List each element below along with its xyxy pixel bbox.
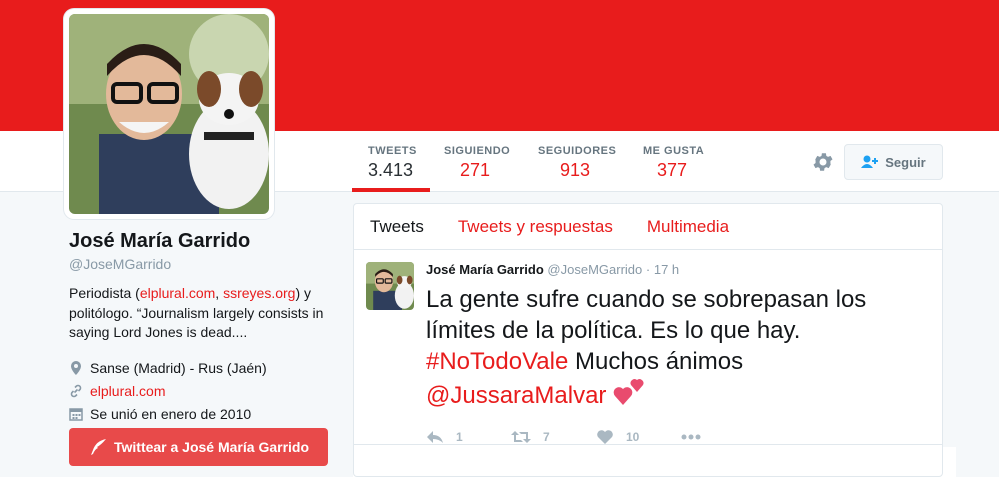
tweet-dot: · bbox=[645, 262, 651, 277]
tweet-time[interactable]: 17 h bbox=[654, 262, 679, 277]
profile-bio: Periodista (elplural.com, ssreyes.org) y… bbox=[69, 284, 331, 343]
tweet-avatar[interactable] bbox=[366, 262, 414, 310]
link-icon bbox=[70, 384, 82, 398]
tweet-author-handle[interactable]: @JoseMGarrido bbox=[547, 262, 642, 277]
profile-meta: Sanse (Madrid) - Rus (Jaén) elplural.com… bbox=[69, 357, 339, 426]
two-hearts-icon bbox=[613, 379, 644, 405]
tweet-to-label: Twittear a José María Garrido bbox=[113, 439, 310, 455]
mention-link[interactable]: @JussaraMalvar bbox=[426, 382, 606, 409]
stat-label: ME GUSTA bbox=[643, 145, 705, 157]
profile-joined: Se unió en enero de 2010 bbox=[69, 403, 339, 426]
hashtag-link[interactable]: #NoTodoVale bbox=[426, 348, 568, 375]
reply-button[interactable]: 1 bbox=[426, 429, 511, 445]
bio-link[interactable]: ssreyes.org bbox=[223, 285, 295, 301]
reply-icon bbox=[427, 431, 443, 443]
tweet-text-part: La gente sufre cuando se sobrepasan los … bbox=[426, 286, 867, 344]
location-text: Sanse (Madrid) - Rus (Jaén) bbox=[90, 360, 267, 376]
stat-value: 377 bbox=[657, 160, 688, 180]
stat-following[interactable]: SIGUIENDO 271 bbox=[430, 131, 523, 192]
like-count: 10 bbox=[626, 430, 640, 444]
tab-tweets[interactable]: Tweets bbox=[354, 204, 440, 249]
joined-text: Se unió en enero de 2010 bbox=[90, 406, 252, 422]
profile-handle[interactable]: @JoseMGarrido bbox=[69, 256, 339, 272]
retweet-count: 7 bbox=[543, 430, 550, 444]
profile-name[interactable]: José María Garrido bbox=[69, 230, 339, 253]
tweet-header: José María Garrido @JoseMGarrido · 17 h bbox=[426, 262, 930, 277]
more-button[interactable] bbox=[681, 429, 766, 445]
timeline: Tweets Tweets y respuestas Multimedia Jo… bbox=[353, 203, 943, 477]
retweet-icon bbox=[511, 431, 531, 443]
calendar-icon bbox=[69, 408, 83, 421]
location-icon bbox=[71, 361, 81, 375]
bio-text: Periodista ( bbox=[69, 285, 140, 301]
gear-icon[interactable] bbox=[811, 150, 835, 174]
tweet-text: La gente sufre cuando se sobrepasan los … bbox=[426, 284, 926, 411]
tweet-to-button[interactable]: Twittear a José María Garrido bbox=[69, 428, 328, 466]
profile-website: elplural.com bbox=[69, 380, 339, 403]
stat-tweets[interactable]: TWEETS 3.413 bbox=[352, 131, 430, 192]
profile-stats: TWEETS 3.413 SIGUIENDO 271 SEGUIDORES 91… bbox=[352, 131, 718, 192]
tab-tweets-replies[interactable]: Tweets y respuestas bbox=[440, 204, 629, 249]
bio-link[interactable]: elplural.com bbox=[140, 285, 215, 301]
avatar-photo bbox=[366, 262, 414, 310]
profile-location: Sanse (Madrid) - Rus (Jaén) bbox=[69, 357, 339, 380]
like-button[interactable]: 10 bbox=[596, 429, 681, 445]
stat-value: 271 bbox=[460, 160, 491, 180]
stat-label: SIGUIENDO bbox=[444, 145, 511, 157]
more-icon bbox=[681, 434, 701, 440]
stat-label: TWEETS bbox=[368, 145, 417, 157]
stat-value: 913 bbox=[560, 160, 591, 180]
follow-label: Seguir bbox=[885, 154, 926, 170]
retweet-button[interactable]: 7 bbox=[511, 429, 596, 445]
tweet-actions: 1 7 10 bbox=[426, 429, 930, 445]
profile-avatar[interactable] bbox=[64, 9, 274, 219]
stat-likes[interactable]: ME GUSTA 377 bbox=[628, 131, 718, 192]
quill-icon bbox=[90, 439, 106, 455]
bio-text: , bbox=[215, 285, 224, 301]
stat-followers[interactable]: SEGUIDORES 913 bbox=[523, 131, 628, 192]
timeline-tabs: Tweets Tweets y respuestas Multimedia bbox=[354, 204, 942, 250]
stat-label: SEGUIDORES bbox=[538, 145, 617, 157]
heart-icon bbox=[597, 430, 613, 444]
tweet-item[interactable]: José María Garrido @JoseMGarrido · 17 h … bbox=[354, 250, 942, 445]
tweet-text-part: Muchos ánimos bbox=[568, 348, 744, 375]
stat-value: 3.413 bbox=[368, 160, 414, 180]
tweet-author-name[interactable]: José María Garrido bbox=[426, 262, 544, 277]
tab-media[interactable]: Multimedia bbox=[629, 204, 745, 249]
profile-card: José María Garrido @JoseMGarrido Periodi… bbox=[69, 230, 339, 426]
website-link[interactable]: elplural.com bbox=[90, 383, 165, 399]
add-user-icon bbox=[861, 155, 879, 168]
follow-button[interactable]: Seguir bbox=[844, 144, 943, 180]
avatar-photo bbox=[69, 14, 269, 214]
reply-count: 1 bbox=[456, 430, 463, 444]
